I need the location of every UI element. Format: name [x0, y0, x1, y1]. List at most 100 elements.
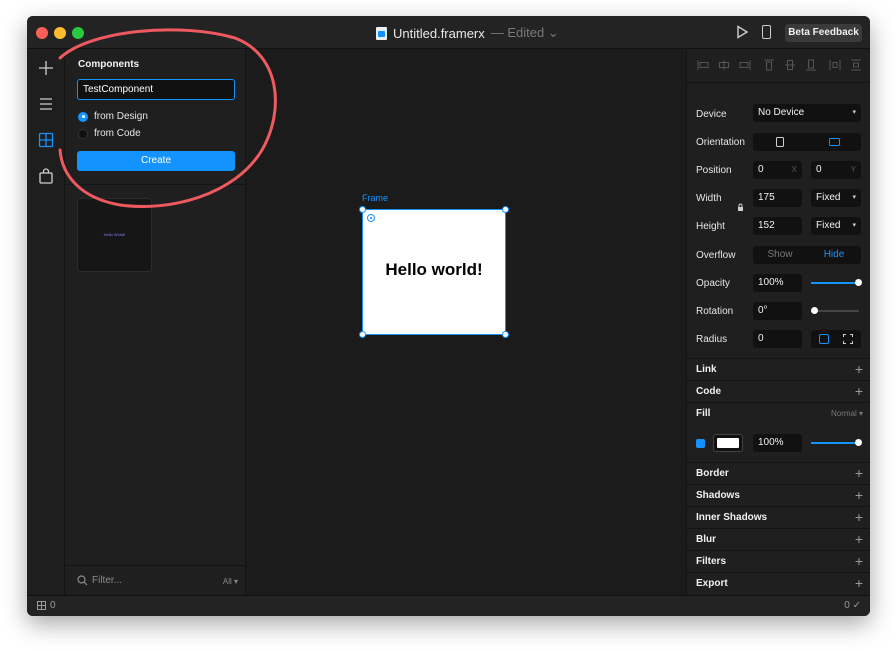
layers-icon[interactable] [37, 95, 55, 113]
overflow-label: Overflow [696, 250, 736, 261]
align-top-icon[interactable] [763, 59, 775, 71]
radio-unselected-icon[interactable] [78, 128, 88, 139]
grid-status[interactable]: 0 [37, 600, 56, 611]
device-select[interactable]: No Device ▾ [753, 104, 861, 122]
plus-icon[interactable]: + [855, 487, 863, 503]
filters-section[interactable]: Filters + [687, 550, 870, 572]
edited-indicator: — Edited ⌄ [490, 25, 559, 40]
option-from-code[interactable]: from Code [78, 128, 141, 139]
plus-icon[interactable]: + [855, 553, 863, 569]
close-window-button[interactable] [36, 27, 48, 39]
option-from-code-label: from Code [94, 128, 141, 139]
plus-icon[interactable]: + [855, 361, 863, 377]
width-mode-select[interactable]: Fixed ▾ [811, 189, 861, 207]
landscape-option[interactable] [807, 133, 861, 151]
plus-icon[interactable]: + [855, 509, 863, 525]
minimize-window-button[interactable] [54, 27, 66, 39]
align-left-icon[interactable] [697, 59, 709, 71]
device-preview-icon[interactable] [762, 25, 771, 39]
overflow-hide-option[interactable]: Hide [807, 246, 861, 264]
filter-input[interactable]: Filter... [92, 575, 122, 586]
position-x-input[interactable]: 0 X [753, 161, 802, 179]
link-section[interactable]: Link + [687, 358, 870, 380]
border-section[interactable]: Border + [687, 462, 870, 484]
resize-handle-top-left[interactable] [359, 206, 366, 213]
grid-icon [37, 601, 46, 610]
blur-section[interactable]: Blur + [687, 528, 870, 550]
lock-aspect-icon[interactable] [737, 202, 744, 214]
rotation-input[interactable]: 0° [753, 302, 802, 320]
height-mode-select[interactable]: Fixed ▾ [811, 217, 861, 235]
option-from-design[interactable]: from Design [78, 111, 148, 122]
plus-icon[interactable]: + [855, 531, 863, 547]
radius-all-icon[interactable] [819, 334, 829, 344]
overflow-show-option[interactable]: Show [753, 246, 807, 264]
fill-enabled-checkbox[interactable] [696, 439, 705, 448]
width-input[interactable]: 175 [753, 189, 802, 207]
align-center-v-icon[interactable] [784, 59, 796, 71]
frame-label[interactable]: Frame [362, 193, 388, 203]
rotation-slider-track[interactable] [811, 310, 859, 312]
zoom-window-button[interactable] [72, 27, 84, 39]
orientation-toggle [753, 133, 861, 151]
store-bag-icon[interactable] [37, 167, 55, 185]
selected-frame[interactable]: Hello world! [359, 206, 509, 338]
thumbnail-text: Hello World! [103, 232, 126, 237]
preview-play-icon[interactable] [735, 25, 749, 39]
frame-text[interactable]: Hello world! [363, 260, 505, 280]
alignment-toolbar [687, 49, 870, 83]
distribute-vertical-icon[interactable] [850, 59, 862, 71]
component-thumbnail[interactable]: Hello World! [77, 198, 152, 272]
device-label: Device [696, 109, 727, 120]
position-y-input[interactable]: 0 Y [811, 161, 861, 179]
filter-scope-dropdown[interactable]: All ▾ [223, 577, 238, 586]
distribute-horizontal-icon[interactable] [829, 59, 841, 71]
portrait-option[interactable] [753, 133, 807, 151]
frame-target-icon[interactable] [367, 214, 375, 222]
align-right-icon[interactable] [739, 59, 751, 71]
shadows-section[interactable]: Shadows + [687, 484, 870, 506]
fill-section[interactable]: Fill Normal ▾ [687, 402, 870, 424]
position-y-value: 0 [816, 164, 822, 175]
beta-feedback-button[interactable]: Beta Feedback [785, 24, 862, 42]
align-bottom-icon[interactable] [805, 59, 817, 71]
plus-icon[interactable]: + [855, 383, 863, 399]
inner-shadows-section[interactable]: Inner Shadows + [687, 506, 870, 528]
height-label: Height [696, 221, 725, 232]
fill-opacity-input[interactable]: 100% [753, 434, 802, 452]
fill-opacity-slider-knob[interactable] [855, 439, 862, 446]
status-bar: 0 0 ✓ [27, 595, 870, 616]
plus-icon[interactable] [37, 59, 55, 77]
plus-icon[interactable]: + [855, 465, 863, 481]
resize-handle-top-right[interactable] [502, 206, 509, 213]
export-section[interactable]: Export + [687, 572, 870, 594]
design-canvas[interactable]: Frame Hello world! [246, 49, 686, 595]
component-name-input[interactable]: TestComponent [77, 79, 235, 100]
components-icon[interactable] [37, 131, 55, 149]
tool-rail [27, 49, 65, 595]
rotation-slider-knob[interactable] [811, 307, 818, 314]
opacity-input[interactable]: 100% [753, 274, 802, 292]
opacity-label: Opacity [696, 278, 730, 289]
document-icon [376, 26, 387, 40]
code-section[interactable]: Code + [687, 380, 870, 402]
width-label: Width [696, 193, 722, 204]
resize-handle-bottom-left[interactable] [359, 331, 366, 338]
document-name: Untitled.framerx [393, 25, 485, 41]
plus-icon[interactable]: + [855, 575, 863, 591]
document-title[interactable]: Untitled.framerx — Edited ⌄ [376, 25, 559, 41]
radio-selected-icon[interactable] [78, 111, 88, 122]
opacity-slider-knob[interactable] [855, 279, 862, 286]
width-mode-value: Fixed [816, 192, 841, 203]
create-button[interactable]: Create [77, 151, 235, 171]
fill-blend-select[interactable]: Normal ▾ [831, 409, 863, 418]
align-center-h-icon[interactable] [718, 59, 730, 71]
error-status[interactable]: 0 ✓ [844, 600, 861, 611]
radius-individual-icon[interactable] [843, 334, 853, 344]
position-x-value: 0 [758, 164, 764, 175]
fill-color-swatch[interactable] [713, 434, 743, 452]
height-input[interactable]: 152 [753, 217, 802, 235]
radius-input[interactable]: 0 [753, 330, 802, 348]
resize-handle-bottom-right[interactable] [502, 331, 509, 338]
title-bar: Untitled.framerx — Edited ⌄ Beta Feedbac… [27, 16, 870, 49]
